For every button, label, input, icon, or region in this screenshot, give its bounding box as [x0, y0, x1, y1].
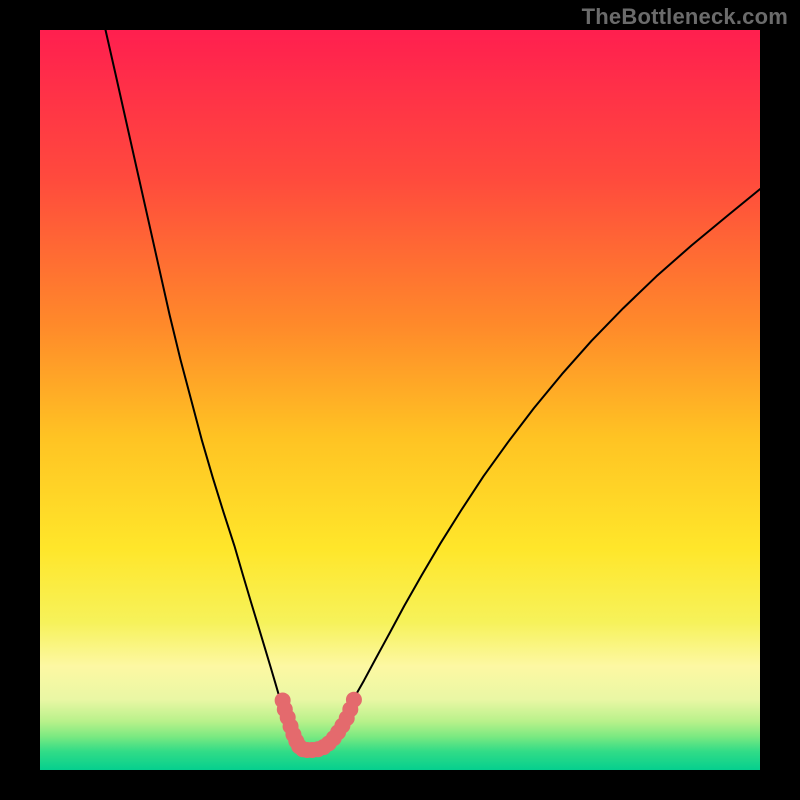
chart-stage: TheBottleneck.com	[0, 0, 800, 800]
highlight-dot	[346, 692, 362, 708]
bottleneck-chart	[0, 0, 800, 800]
plot-area	[40, 30, 760, 770]
